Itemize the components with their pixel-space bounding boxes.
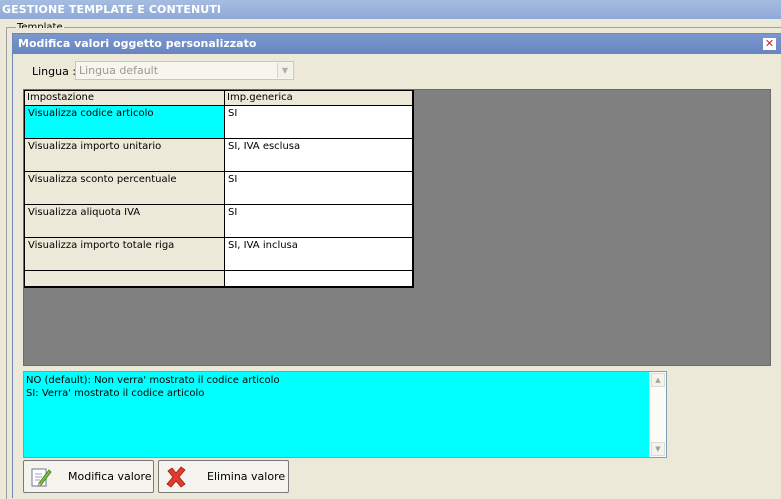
edit-document-icon [31, 468, 52, 487]
empty-name-cell[interactable] [24, 270, 225, 287]
table-row-empty[interactable] [24, 270, 413, 287]
chevron-down-icon[interactable]: ▼ [277, 63, 292, 78]
modifica-valore-label: Modifica valore [68, 470, 152, 483]
setting-value-cell[interactable]: SI [224, 204, 413, 238]
setting-value-cell[interactable]: SI, IVA esclusa [224, 138, 413, 172]
scroll-down-icon[interactable]: ▼ [651, 442, 665, 456]
column-header-imp-generica[interactable]: Imp.generica [224, 90, 413, 106]
elimina-valore-button[interactable]: Elimina valore [158, 460, 289, 493]
setting-value-cell[interactable]: SI [224, 105, 413, 139]
language-select-value: Lingua default [79, 64, 159, 77]
description-text: NO (default): Non verra' mostrato il cod… [26, 374, 280, 400]
main-window-title: GESTIONE TEMPLATE E CONTENUTI [0, 0, 781, 19]
column-header-impostazione[interactable]: Impostazione [24, 90, 225, 106]
setting-name-cell[interactable]: Visualizza sconto percentuale [24, 171, 225, 205]
modifica-valore-button[interactable]: Modifica valore [23, 460, 154, 493]
table-row[interactable]: Visualizza codice articolo SI [24, 105, 413, 139]
settings-grid: Impostazione Imp.generica Visualizza cod… [24, 90, 414, 288]
table-row[interactable]: Visualizza sconto percentuale SI [24, 171, 413, 205]
dialog-titlebar[interactable]: Modifica valori oggetto personalizzato ✕ [13, 34, 781, 54]
setting-description-box[interactable]: NO (default): Non verra' mostrato il cod… [23, 371, 667, 458]
settings-grid-area: Impostazione Imp.generica Visualizza cod… [23, 89, 771, 366]
language-select[interactable]: Lingua default ▼ [75, 61, 294, 80]
table-row[interactable]: Visualizza importo unitario SI, IVA escl… [24, 138, 413, 172]
elimina-valore-label: Elimina valore [207, 470, 286, 483]
grid-header-row: Impostazione Imp.generica [24, 90, 413, 106]
description-scrollbar[interactable]: ▲ ▼ [649, 372, 666, 457]
edit-custom-object-dialog: Modifica valori oggetto personalizzato ✕… [12, 33, 781, 498]
setting-name-cell[interactable]: Visualizza importo unitario [24, 138, 225, 172]
delete-x-icon [166, 466, 186, 488]
setting-value-cell[interactable]: SI, IVA inclusa [224, 237, 413, 271]
scroll-up-icon[interactable]: ▲ [651, 373, 665, 387]
table-row[interactable]: Visualizza importo totale riga SI, IVA i… [24, 237, 413, 271]
setting-name-cell[interactable]: Visualizza codice articolo [24, 105, 225, 139]
description-line-2: SI: Verra' mostrato il codice articolo [26, 388, 205, 399]
empty-value-cell[interactable] [224, 270, 413, 287]
table-row[interactable]: Visualizza aliquota IVA SI [24, 204, 413, 238]
template-groupbox-label: Template [16, 22, 64, 28]
setting-value-cell[interactable]: SI [224, 171, 413, 205]
setting-name-cell[interactable]: Visualizza aliquota IVA [24, 204, 225, 238]
description-line-1: NO (default): Non verra' mostrato il cod… [26, 375, 280, 386]
language-label: Lingua : [32, 65, 77, 78]
dialog-title: Modifica valori oggetto personalizzato [18, 37, 257, 50]
close-icon[interactable]: ✕ [763, 38, 776, 50]
setting-name-cell[interactable]: Visualizza importo totale riga [24, 237, 225, 271]
